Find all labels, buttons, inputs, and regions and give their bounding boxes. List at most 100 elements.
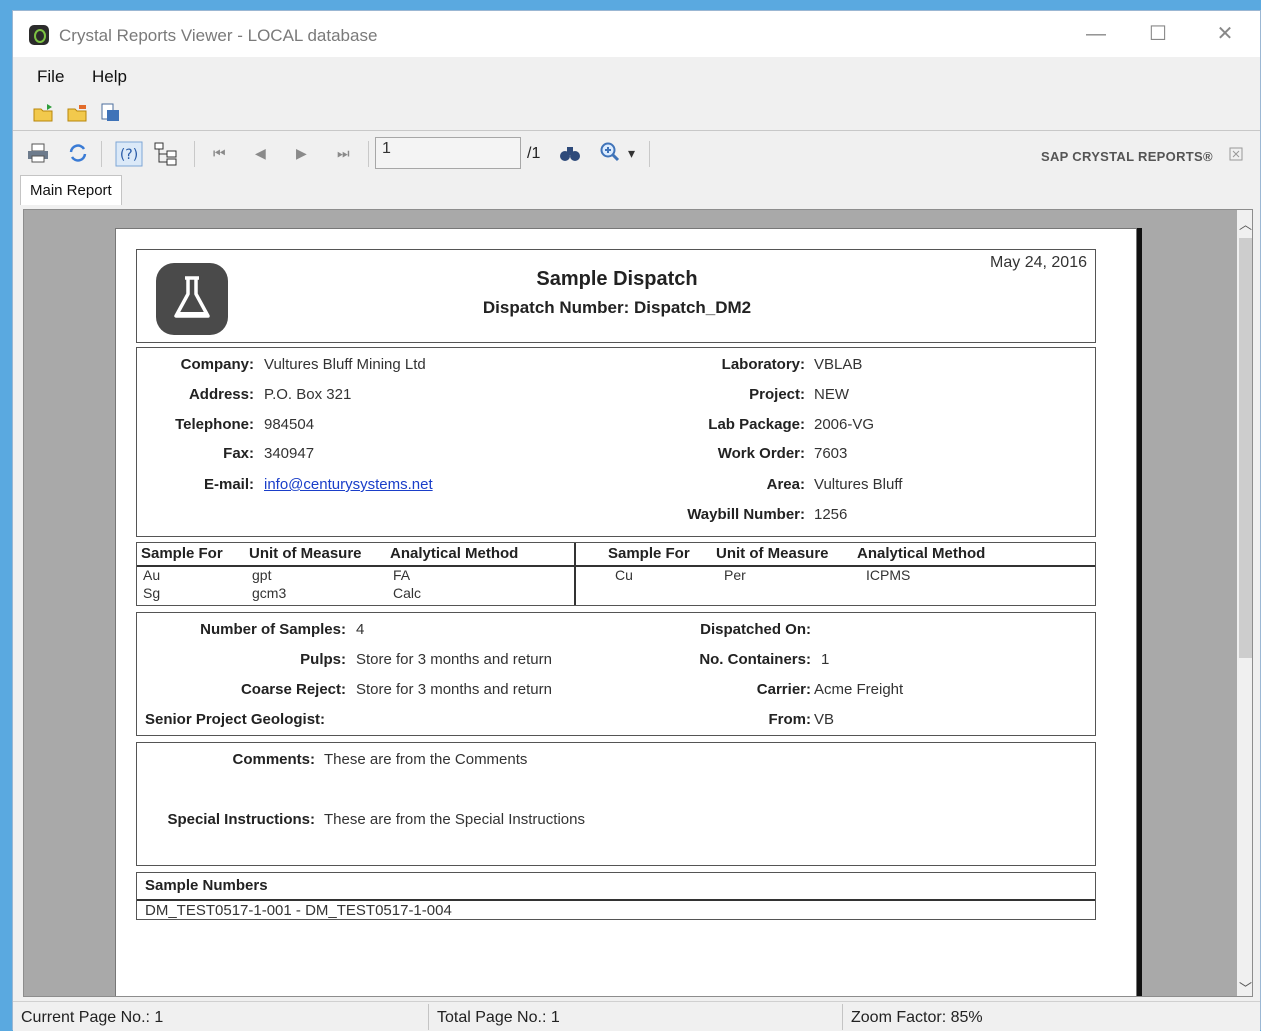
- field-label: No. Containers:: [699, 651, 811, 668]
- sample-numbers-header: Sample Numbers: [145, 877, 268, 894]
- report-title: Sample Dispatch: [536, 268, 698, 290]
- field-label: Fax:: [223, 445, 254, 462]
- company-value: Vultures Bluff Mining Ltd: [264, 356, 426, 373]
- sample-numbers-value: DM_TEST0517-1-001 - DM_TEST0517-1-004: [145, 902, 452, 919]
- status-bar: Current Page No.: 1 Total Page No.: 1 Zo…: [13, 1001, 1260, 1031]
- report-toolbar: (?) ⏮ ◀ ▶ ⏭ 1 /1 ▾ SAP CRYSTAL REPORTS®: [13, 133, 1260, 175]
- file-toolbar: [13, 95, 1260, 131]
- last-page-icon[interactable]: ⏭: [337, 145, 350, 162]
- toolbar-separator: [649, 141, 650, 167]
- zoom-dropdown-arrow[interactable]: ▾: [628, 145, 635, 162]
- from-value: VB: [814, 711, 835, 728]
- column-header: Analytical Method: [857, 545, 986, 562]
- total-page-status: Total Page No.: 1: [437, 1009, 560, 1026]
- fax-value: 340947: [264, 445, 315, 462]
- menu-file[interactable]: File: [37, 67, 64, 87]
- field-label: Number of Samples:: [200, 621, 346, 638]
- column-header: Sample For: [141, 545, 223, 562]
- close-button[interactable]: ✕: [1210, 19, 1240, 49]
- report-date: May 24, 2016: [990, 254, 1087, 271]
- field-label: Pulps:: [300, 651, 346, 668]
- maximize-button[interactable]: ☐: [1143, 19, 1173, 49]
- field-label: Coarse Reject:: [240, 681, 346, 698]
- comments-value: These are from the Comments: [324, 751, 528, 768]
- zoom-icon[interactable]: [599, 142, 621, 162]
- pulps-value: Store for 3 months and return: [356, 651, 552, 668]
- field-label: Waybill Number:: [687, 506, 805, 523]
- field-label: Laboratory:: [721, 356, 805, 373]
- field-label: Carrier:: [756, 681, 811, 698]
- field-label: Telephone:: [175, 416, 254, 433]
- field-label: Dispatched On:: [700, 621, 811, 638]
- address-value: P.O. Box 321: [264, 386, 352, 403]
- group-tree-icon[interactable]: [153, 141, 179, 167]
- status-separator: [428, 1004, 429, 1030]
- print-icon[interactable]: [27, 143, 49, 163]
- telephone-value: 984504: [264, 416, 315, 433]
- menu-bar: File Help: [13, 59, 1260, 93]
- refresh-icon[interactable]: [67, 143, 89, 163]
- scroll-up-icon[interactable]: ︿: [1239, 214, 1252, 233]
- svg-text:(?): (?): [120, 147, 138, 163]
- comments-section: Comments: These are from the Comments Sp…: [136, 742, 1096, 866]
- toolbar-separator: [101, 141, 102, 167]
- first-page-icon[interactable]: ⏮: [213, 145, 226, 162]
- scroll-down-icon[interactable]: ﹀: [1239, 978, 1252, 996]
- area-value: Vultures Bluff: [814, 476, 903, 493]
- next-page-icon[interactable]: ▶: [296, 145, 307, 162]
- table-cell: Au: [143, 567, 161, 583]
- find-binoculars-icon[interactable]: [559, 144, 581, 164]
- column-header: Unit of Measure: [716, 545, 829, 562]
- open-folder-icon[interactable]: [33, 103, 55, 123]
- report-header: Sample Dispatch Dispatch Number: Dispatc…: [136, 249, 1096, 343]
- sample-numbers-section: Sample Numbers DM_TEST0517-1-001 - DM_TE…: [136, 872, 1096, 920]
- table-cell: Per: [724, 567, 746, 583]
- previous-page-icon[interactable]: ◀: [255, 145, 266, 162]
- flask-logo-icon: [156, 263, 228, 335]
- email-link[interactable]: info@centurysystems.net: [264, 476, 433, 493]
- analytical-methods-table: Sample For Unit of Measure Analytical Me…: [136, 542, 1096, 606]
- tab-main-report[interactable]: Main Report: [20, 175, 122, 205]
- field-label: Company:: [180, 356, 254, 373]
- field-label: Project:: [749, 386, 805, 403]
- scrollbar-thumb[interactable]: [1239, 238, 1252, 658]
- page-number-input[interactable]: 1: [375, 137, 521, 169]
- containers-value: 1: [821, 651, 830, 668]
- field-label: Senior Project Geologist:: [145, 711, 326, 728]
- dispatch-number: Dispatch Number: Dispatch_DM2: [482, 298, 752, 317]
- column-header: Analytical Method: [390, 545, 519, 562]
- window-title: Crystal Reports Viewer - LOCAL database: [59, 26, 378, 45]
- column-header: Sample For: [608, 545, 690, 562]
- special-instructions-value: These are from the Special Instructions: [324, 811, 585, 828]
- title-bar[interactable]: Crystal Reports Viewer - LOCAL database …: [13, 11, 1260, 57]
- table-header-rule: [137, 899, 1095, 901]
- export-icon[interactable]: [99, 103, 121, 123]
- close-folder-icon[interactable]: [67, 103, 89, 123]
- coarse-reject-value: Store for 3 months and return: [356, 681, 552, 698]
- column-header: Unit of Measure: [249, 545, 362, 562]
- table-cell: Sg: [143, 585, 161, 601]
- comments-label: Comments:: [232, 751, 315, 768]
- report-page: Sample Dispatch Dispatch Number: Dispatc…: [115, 228, 1137, 996]
- close-tab-icon[interactable]: [1229, 147, 1243, 161]
- table-cell: ICPMS: [866, 567, 911, 583]
- vertical-scrollbar[interactable]: ︿ ﹀: [1237, 210, 1252, 996]
- app-icon: [29, 25, 49, 45]
- status-separator: [842, 1004, 843, 1030]
- menu-help[interactable]: Help: [92, 67, 127, 87]
- work-order-value: 7603: [814, 445, 848, 462]
- waybill-value: 1256: [814, 506, 848, 523]
- toolbar-separator: [194, 141, 195, 167]
- app-window: Crystal Reports Viewer - LOCAL database …: [12, 10, 1261, 1031]
- number-of-samples-value: 4: [356, 621, 365, 638]
- minimize-button[interactable]: —: [1081, 19, 1111, 49]
- table-divider: [574, 543, 576, 605]
- samples-section: Number of Samples: 4 Pulps: Store for 3 …: [136, 612, 1096, 736]
- field-label: Work Order:: [717, 445, 805, 462]
- table-cell: Cu: [615, 567, 633, 583]
- zoom-factor-status: Zoom Factor: 85%: [851, 1009, 983, 1026]
- help-toggle-icon[interactable]: (?): [115, 141, 143, 167]
- table-cell: gcm3: [252, 585, 287, 601]
- table-cell: gpt: [252, 567, 272, 583]
- report-viewer[interactable]: Sample Dispatch Dispatch Number: Dispatc…: [23, 209, 1253, 997]
